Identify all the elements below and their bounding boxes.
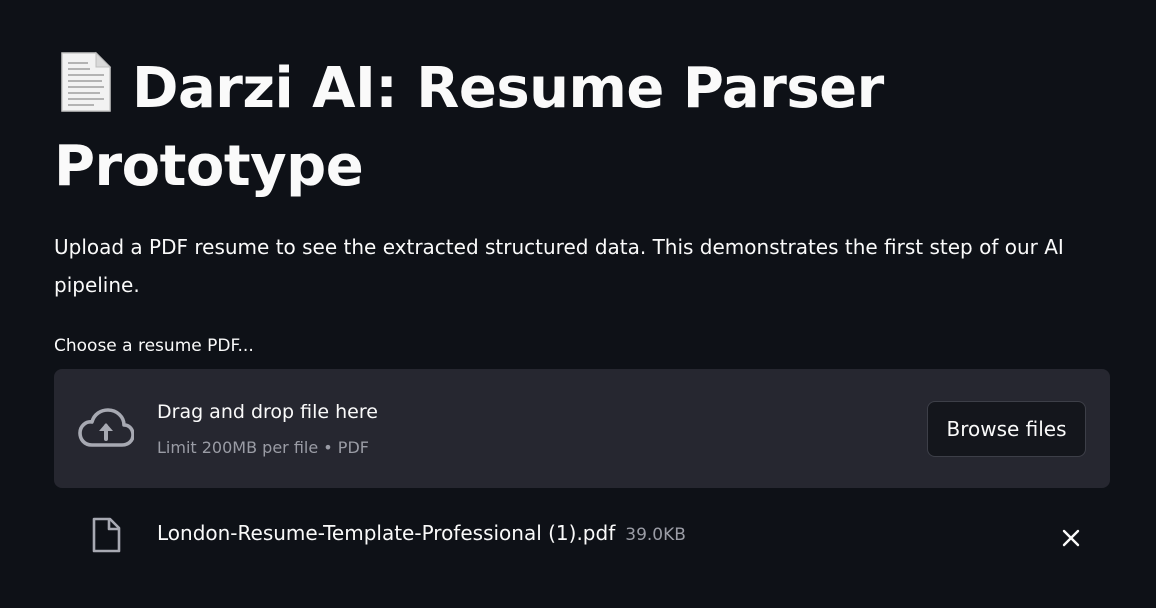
dropzone-title: Drag and drop file here	[157, 401, 378, 423]
page-description: Upload a PDF resume to see the extracted…	[54, 235, 1064, 297]
dropzone-limit-text: Limit 200MB per file • PDF	[157, 438, 369, 457]
page-title-text: Darzi AI: Resume Parser Prototype	[54, 56, 884, 199]
main-content: Darzi AI: Resume Parser Prototype Upload…	[54, 0, 1110, 608]
cloud-upload-icon	[78, 408, 134, 447]
file-uploader-label: Choose a resume PDF...	[54, 336, 254, 356]
file-dropzone[interactable]: Drag and drop file here Limit 200MB per …	[54, 369, 1110, 488]
uploaded-file-item: London-Resume-Template-Professional (1).…	[54, 505, 1110, 563]
uploaded-file-name: London-Resume-Template-Professional (1).…	[157, 521, 616, 545]
remove-file-button[interactable]	[1054, 521, 1088, 555]
uploaded-file-info: London-Resume-Template-Professional (1).…	[157, 519, 686, 549]
page-title: Darzi AI: Resume Parser Prototype	[54, 50, 1054, 206]
close-icon	[1062, 529, 1080, 547]
page-facing-up-icon	[61, 51, 112, 112]
dropzone-instructions: Drag and drop file here Limit 200MB per …	[157, 399, 378, 459]
browse-files-button[interactable]: Browse files	[927, 401, 1086, 457]
file-icon	[92, 517, 121, 553]
uploaded-file-size: 39.0KB	[625, 525, 686, 545]
